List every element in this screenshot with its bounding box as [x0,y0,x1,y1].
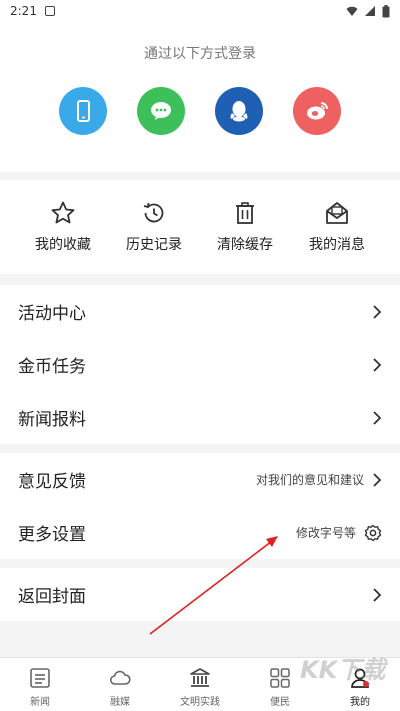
wechat-login-button[interactable] [137,87,185,135]
feedback-hint: 对我们的意见和建议 [255,473,364,487]
chevron-right-icon [373,472,382,487]
chevron-right-icon [373,304,382,319]
signal-icon [365,6,375,16]
phone-login-button[interactable] [59,87,107,135]
star-icon [51,201,75,224]
history-icon [143,202,164,223]
mail-icon [326,202,348,224]
menu-item-feedback[interactable]: 意见反馈 对我们的意见和建议 [0,453,400,506]
gear-icon [364,524,382,541]
menu-group-1: 活动中心 金币任务 新闻报料 [0,285,400,444]
menu-item-back-to-cover[interactable]: 返回封面 [0,568,400,621]
clear-cache-label: 清除缓存 [217,237,273,253]
notification-icon [44,6,55,16]
wifi-icon [346,6,358,16]
history-button[interactable]: 历史记录 [104,180,204,274]
cloud-icon [109,670,131,685]
grid-icon [270,668,290,688]
menu-item-label: 新闻报料 [18,410,86,430]
chevron-right-icon [373,410,382,425]
watermark: KK下载 [300,656,386,684]
menu-item-activity-center[interactable]: 活动中心 [0,285,400,338]
status-time: 2:21 [10,4,37,18]
nav-label: 文明实践 [180,697,220,708]
battery-icon [382,4,390,17]
clear-cache-button[interactable]: 清除缓存 [195,180,295,274]
favorites-button[interactable]: 我的收藏 [13,180,113,274]
menu-item-gold-tasks[interactable]: 金币任务 [0,338,400,391]
phone-icon [77,100,90,122]
qq-icon [230,101,248,122]
nav-label: 我的 [350,697,370,708]
wechat-icon [151,102,171,120]
qq-login-button[interactable] [215,87,263,135]
nav-label: 新闻 [30,697,50,708]
menu-item-label: 意见反馈 [18,472,86,492]
login-section: 通过以下方式登录 [0,22,400,172]
weibo-login-button[interactable] [293,87,341,135]
menu-item-news-tip[interactable]: 新闻报料 [0,391,400,444]
nav-tab-media[interactable]: 融媒 [80,658,160,711]
history-label: 历史记录 [126,237,182,253]
weibo-icon [307,102,328,120]
favorites-label: 我的收藏 [35,237,91,253]
trash-icon [236,202,254,224]
settings-hint: 修改字号等 [295,526,356,540]
menu-item-label: 更多设置 [18,525,86,545]
messages-button[interactable]: 我的消息 [287,180,387,274]
menu-group-3: 返回封面 [0,568,400,621]
quick-actions: 我的收藏 历史记录 清除缓存 我的消息 [0,180,400,274]
menu-item-more-settings[interactable]: 更多设置 修改字号等 [0,506,400,559]
nav-tab-news[interactable]: 新闻 [0,658,80,711]
menu-item-label: 金币任务 [18,357,86,377]
messages-label: 我的消息 [309,237,365,253]
menu-item-label: 返回封面 [18,587,86,607]
menu-group-2: 意见反馈 对我们的意见和建议 更多设置 修改字号等 [0,453,400,559]
news-icon [30,668,50,688]
building-icon [190,668,210,687]
chevron-right-icon [373,587,382,602]
chevron-right-icon [373,357,382,372]
menu-item-label: 活动中心 [18,304,86,324]
login-title: 通过以下方式登录 [144,46,256,62]
nav-tab-civilization[interactable]: 文明实践 [160,658,240,711]
nav-label: 融媒 [110,697,130,708]
nav-label: 便民 [270,697,290,708]
status-bar: 2:21 [0,0,400,22]
